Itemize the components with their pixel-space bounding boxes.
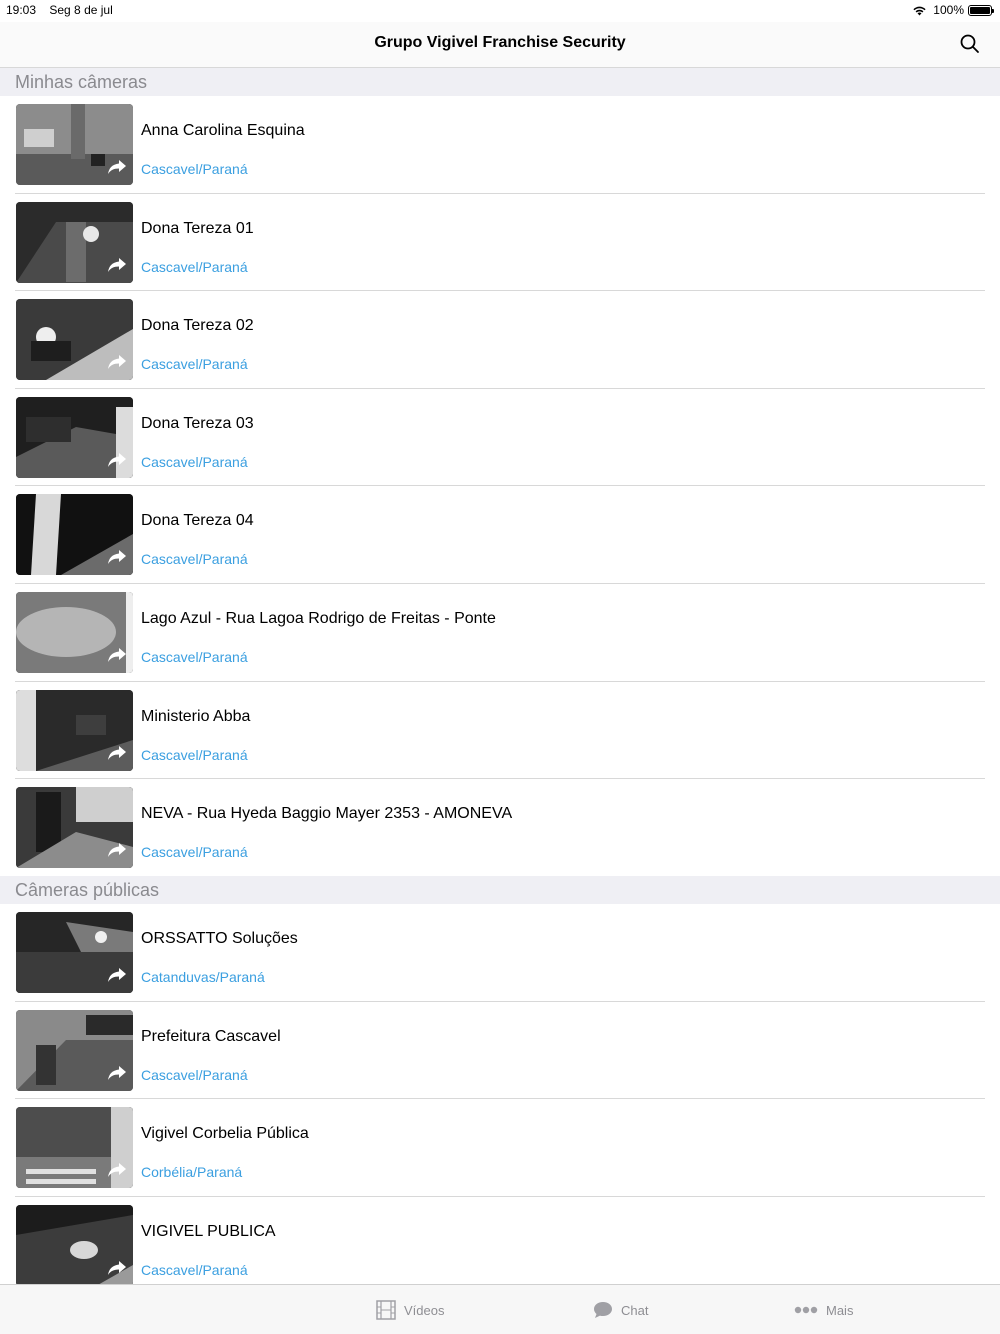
camera-location: Corbélia/Paraná	[141, 1164, 243, 1181]
camera-location: Cascavel/Paraná	[141, 551, 248, 568]
camera-thumbnail[interactable]	[16, 592, 133, 673]
camera-row[interactable]: VIGIVEL PUBLICA Cascavel/Paraná	[0, 1197, 1000, 1295]
tab-more[interactable]: Mais	[794, 1285, 853, 1334]
camera-row[interactable]: NEVA - Rua Hyeda Baggio Mayer 2353 - AMO…	[0, 779, 1000, 877]
camera-name: Dona Tereza 01	[141, 219, 254, 237]
status-date: Seg 8 de jul	[49, 3, 113, 17]
share-icon[interactable]	[107, 1162, 127, 1178]
share-icon[interactable]	[107, 549, 127, 565]
tab-more-label: Mais	[826, 1302, 854, 1318]
camera-row[interactable]: Dona Tereza 02 Cascavel/Paraná	[0, 291, 1000, 389]
tab-chat[interactable]: Chat	[593, 1285, 648, 1334]
camera-location: Cascavel/Paraná	[141, 356, 248, 373]
camera-row[interactable]: Anna Carolina Esquina Cascavel/Paraná	[0, 96, 1000, 194]
battery-icon	[968, 4, 994, 16]
camera-thumbnail[interactable]	[16, 396, 133, 478]
camera-row[interactable]: Lago Azul - Rua Lagoa Rodrigo de Freitas…	[0, 584, 1000, 682]
wifi-icon	[913, 6, 926, 15]
camera-name: Dona Tereza 02	[141, 317, 254, 335]
share-icon[interactable]	[107, 647, 127, 663]
share-icon[interactable]	[107, 452, 127, 468]
camera-name: Prefeitura Cascavel	[141, 1027, 281, 1045]
camera-name: Lago Azul - Rua Lagoa Rodrigo de Freitas…	[141, 610, 496, 627]
camera-row[interactable]: Dona Tereza 03 Cascavel/Paraná	[0, 389, 1000, 487]
status-bar: 19:03 Seg 8 de jul 100%	[0, 0, 1000, 22]
camera-location: Cascavel/Paraná	[141, 161, 248, 177]
share-icon[interactable]	[107, 967, 127, 983]
camera-thumbnail[interactable]	[16, 201, 133, 283]
share-icon[interactable]	[107, 159, 127, 175]
camera-thumbnail[interactable]	[16, 689, 133, 771]
camera-location: Cascavel/Paraná	[141, 1066, 248, 1083]
camera-thumbnail[interactable]	[16, 912, 133, 993]
share-icon[interactable]	[107, 745, 127, 761]
camera-row[interactable]: Vigivel Corbelia Pública Corbélia/Paraná	[0, 1099, 1000, 1197]
camera-location: Cascavel/Paraná	[141, 258, 248, 275]
share-icon[interactable]	[107, 354, 127, 370]
section-header-public-cameras: Câmeras públicas	[0, 876, 1000, 904]
tab-videos[interactable]: Vídeos	[376, 1285, 444, 1334]
camera-thumbnail[interactable]	[16, 1009, 133, 1091]
navigation-bar: Grupo Vigivel Franchise Security	[0, 22, 1000, 68]
chat-bubble-icon	[593, 1300, 613, 1320]
camera-name: ORSSATTO Soluções	[141, 930, 298, 947]
status-time: 19:03	[6, 3, 37, 17]
tab-chat-label: Chat	[621, 1302, 649, 1318]
camera-location: Cascavel/Paraná	[141, 649, 248, 665]
camera-thumbnail[interactable]	[16, 1107, 133, 1189]
camera-location: Cascavel/Paraná	[141, 453, 248, 470]
camera-thumbnail[interactable]	[16, 787, 133, 869]
camera-thumbnail[interactable]	[16, 104, 133, 185]
camera-location: Catanduvas/Paraná	[141, 969, 265, 985]
camera-name: Ministerio Abba	[141, 707, 251, 725]
camera-thumbnail[interactable]	[16, 494, 133, 576]
tab-videos-label: Vídeos	[404, 1302, 445, 1318]
camera-name: Dona Tereza 03	[141, 414, 254, 432]
camera-thumbnail[interactable]	[16, 1204, 133, 1286]
battery-percent: 100%	[933, 3, 964, 17]
share-icon[interactable]	[107, 257, 127, 273]
camera-location: Cascavel/Paraná	[141, 1261, 248, 1278]
section-header-my-cameras: Minhas câmeras	[0, 68, 1000, 96]
share-icon[interactable]	[107, 1065, 127, 1081]
camera-location: Cascavel/Paraná	[141, 844, 248, 861]
camera-row[interactable]: ORSSATTO Soluções Catanduvas/Paraná	[0, 904, 1000, 1002]
camera-thumbnail[interactable]	[16, 299, 133, 381]
share-icon[interactable]	[107, 1260, 127, 1276]
camera-location: Cascavel/Paraná	[141, 746, 248, 763]
share-icon[interactable]	[107, 842, 127, 858]
more-dots-icon	[794, 1306, 818, 1314]
camera-row[interactable]: Ministerio Abba Cascavel/Paraná	[0, 682, 1000, 780]
camera-name: Vigivel Corbelia Pública	[141, 1125, 309, 1143]
camera-row[interactable]: Prefeitura Cascavel Cascavel/Paraná	[0, 1002, 1000, 1100]
page-title: Grupo Vigivel Franchise Security	[374, 34, 626, 51]
camera-row[interactable]: Dona Tereza 01 Cascavel/Paraná	[0, 194, 1000, 292]
camera-name: VIGIVEL PUBLICA	[141, 1222, 276, 1240]
search-icon[interactable]	[958, 32, 982, 56]
camera-name: NEVA - Rua Hyeda Baggio Mayer 2353 - AMO…	[141, 805, 513, 823]
camera-row[interactable]: Dona Tereza 04 Cascavel/Paraná	[0, 486, 1000, 584]
camera-name: Anna Carolina Esquina	[141, 122, 305, 139]
film-icon	[376, 1300, 396, 1320]
tab-bar: Vídeos Chat Mais	[0, 1284, 1000, 1334]
camera-name: Dona Tereza 04	[141, 512, 254, 530]
